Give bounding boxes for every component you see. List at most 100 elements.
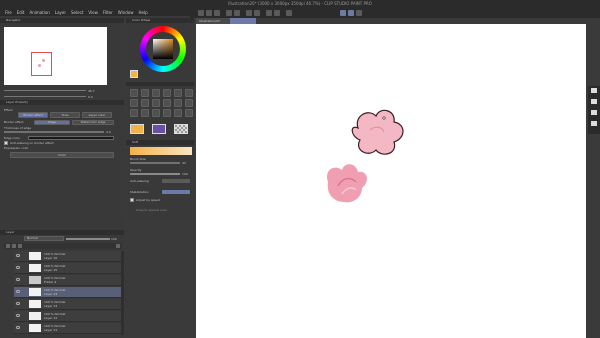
pen-tool-icon[interactable] — [141, 99, 149, 107]
eye-icon[interactable] — [16, 266, 20, 269]
move-tool-icon[interactable] — [141, 89, 149, 97]
edge-option[interactable]: Edge — [34, 120, 70, 125]
brush-size-slider[interactable] — [130, 162, 180, 164]
brush-tool-icon[interactable] — [163, 99, 171, 107]
new-folder-icon[interactable] — [18, 244, 22, 248]
menu-select[interactable]: Select — [71, 10, 83, 15]
pencil-tool-icon[interactable] — [152, 99, 160, 107]
angle-slider[interactable] — [4, 96, 86, 97]
menu-filter[interactable]: Filter — [103, 10, 113, 15]
move-layer-tool-icon[interactable] — [163, 89, 171, 97]
ruler-icon[interactable] — [356, 10, 362, 16]
settings-icon[interactable] — [591, 121, 597, 126]
text-tool-icon[interactable] — [185, 109, 193, 117]
menu-help[interactable]: Help — [139, 10, 148, 15]
thickness-slider[interactable] — [4, 131, 104, 133]
eye-icon[interactable] — [16, 278, 20, 281]
antialias-selector[interactable] — [162, 179, 190, 183]
figure-tool-icon[interactable] — [174, 109, 182, 117]
eye-icon[interactable] — [16, 314, 20, 317]
drawing-canvas[interactable] — [196, 24, 586, 338]
hue-ring[interactable] — [140, 26, 186, 72]
deselect-icon[interactable] — [266, 10, 272, 16]
layer-opacity-slider[interactable] — [66, 238, 110, 240]
tone-button[interactable]: Tone — [50, 112, 80, 118]
navigator-view-frame[interactable] — [31, 52, 52, 76]
gradient-tool-icon[interactable] — [163, 109, 171, 117]
undo-icon[interactable] — [226, 10, 232, 16]
open-icon[interactable] — [206, 10, 212, 16]
layer-row[interactable]: 100 % Normal Layer 15 — [14, 263, 124, 274]
airbrush-tool-icon[interactable] — [174, 99, 182, 107]
decoration-tool-icon[interactable] — [185, 99, 193, 107]
brush-preview — [130, 147, 192, 155]
menu-window[interactable]: Window — [118, 10, 134, 15]
layer-row[interactable]: 100 % Normal Layer 12 — [14, 311, 124, 322]
layer-scrollbar[interactable] — [121, 251, 124, 335]
transparent-color[interactable] — [174, 124, 188, 134]
navigator-preview[interactable] — [4, 27, 107, 85]
menu-view[interactable]: View — [88, 10, 98, 15]
delete-layer-icon[interactable] — [116, 244, 120, 248]
image-icon[interactable] — [591, 110, 597, 115]
thickness-value: 4.0 — [106, 129, 111, 134]
video-icon[interactable] — [591, 99, 597, 104]
layer-row[interactable]: 100 % Normal Layer 13 — [14, 299, 124, 310]
menu-animation[interactable]: Animation — [29, 10, 49, 15]
invert-selection-icon[interactable] — [274, 10, 280, 16]
adjust-speed-checkbox[interactable] — [130, 198, 134, 202]
menu-file[interactable]: File — [5, 10, 12, 15]
blend-tool-icon[interactable] — [141, 109, 149, 117]
layer-toolbar — [4, 243, 122, 249]
stabilization-slider[interactable] — [162, 190, 190, 194]
snap-ruler-icon[interactable] — [340, 10, 346, 16]
navigator-flower-mark — [38, 64, 41, 67]
camera-icon[interactable] — [591, 88, 597, 93]
layer-thumbnail — [29, 312, 41, 320]
opacity-slider[interactable] — [130, 173, 180, 175]
eraser-tool-icon[interactable] — [130, 109, 138, 117]
clear-icon[interactable] — [246, 10, 252, 16]
watercolor-edge-option[interactable]: Watercolor edge — [72, 120, 114, 125]
layer-name: Layer 12 — [44, 316, 58, 320]
layer-property-tab[interactable]: Layer Property — [0, 100, 124, 105]
eye-icon[interactable] — [16, 290, 20, 293]
transform-icon[interactable] — [254, 10, 260, 16]
new-layer-icon[interactable] — [6, 244, 10, 248]
folder-row[interactable]: 100 % Normal Folder 4 — [14, 275, 124, 286]
menu-layer[interactable]: Layer — [55, 10, 66, 15]
right-side-bar — [588, 86, 600, 134]
eyedropper-tool-icon[interactable] — [130, 99, 138, 107]
tool-palette-header — [126, 82, 194, 86]
border-effect-button[interactable]: Border effect — [18, 112, 48, 118]
auto-select-tool-icon[interactable] — [185, 89, 193, 97]
eye-icon[interactable] — [16, 302, 20, 305]
new-vector-layer-icon[interactable] — [12, 244, 16, 248]
selection-tool-icon[interactable] — [174, 89, 182, 97]
layer-row-selected[interactable]: 100 % Normal Layer 14 — [14, 287, 124, 298]
sub-drawing-color[interactable] — [152, 124, 166, 134]
snap-icon[interactable] — [286, 10, 292, 16]
operation-tool-icon[interactable] — [152, 89, 160, 97]
eye-icon[interactable] — [16, 326, 20, 329]
layer-name: Folder 4 — [44, 280, 57, 284]
layer-row[interactable]: 100 % Normal Layer 16 — [14, 251, 124, 262]
window-title: Illustration20* (3000 x 3000px 350dpi 46… — [228, 1, 372, 6]
new-file-icon[interactable] — [198, 10, 204, 16]
redo-icon[interactable] — [234, 10, 240, 16]
fill-tool-icon[interactable] — [152, 109, 160, 117]
layer-row[interactable]: 100 % Normal Layer 11 — [14, 323, 124, 334]
zoom-slider[interactable] — [4, 90, 86, 91]
saturation-value-square[interactable] — [153, 39, 173, 59]
main-color-swatch[interactable] — [130, 70, 138, 78]
effect-label: Effect — [4, 107, 13, 112]
menu-edit[interactable]: Edit — [17, 10, 25, 15]
save-icon[interactable] — [214, 10, 220, 16]
main-drawing-color[interactable] — [130, 124, 144, 134]
snap-grid-icon[interactable] — [348, 10, 354, 16]
zoom-tool-icon[interactable] — [130, 89, 138, 97]
expression-color-select[interactable]: Color — [10, 152, 114, 158]
eye-icon[interactable] — [16, 254, 20, 257]
blend-mode-select[interactable]: Normal — [24, 236, 64, 241]
layer-color-button[interactable]: Layer color — [82, 112, 112, 118]
